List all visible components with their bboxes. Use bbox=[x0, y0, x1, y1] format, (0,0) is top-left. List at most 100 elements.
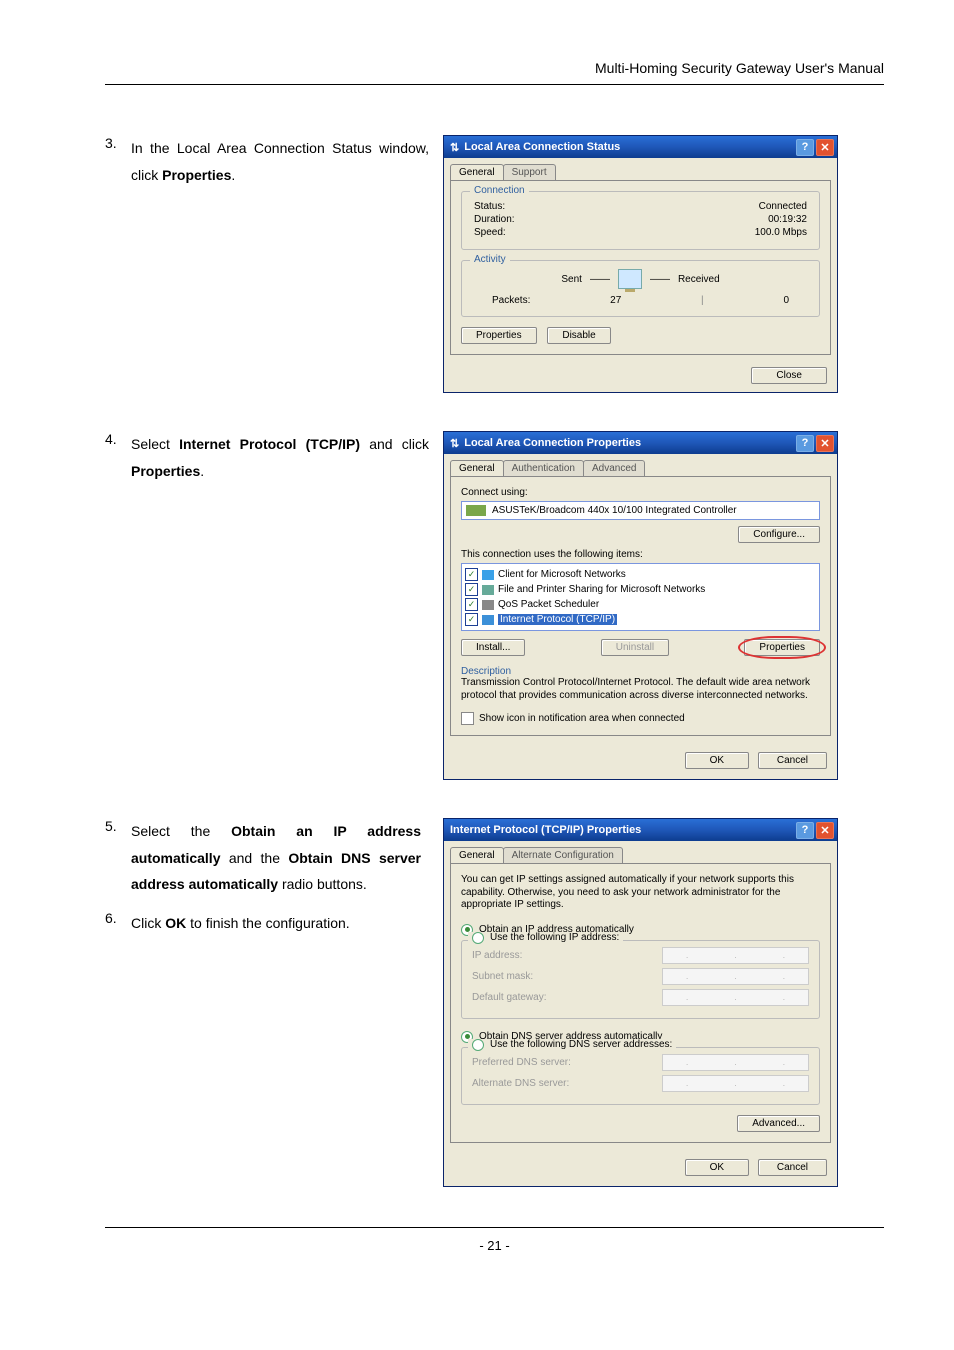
step-5-text-a: Select the bbox=[131, 823, 231, 839]
ip-label: IP address: bbox=[472, 950, 522, 961]
step-3-bold: Properties bbox=[162, 167, 231, 183]
item-file-print: File and Printer Sharing for Microsoft N… bbox=[498, 584, 705, 595]
tab-general[interactable]: General bbox=[450, 460, 504, 476]
items-list[interactable]: Client for Microsoft Networks File and P… bbox=[461, 563, 820, 631]
list-item[interactable]: Internet Protocol (TCP/IP) bbox=[465, 612, 816, 627]
ok-button[interactable]: OK bbox=[685, 752, 749, 769]
step-4-text-c: . bbox=[200, 463, 204, 479]
adns-input: ... bbox=[662, 1075, 809, 1092]
item-properties-button[interactable]: Properties bbox=[744, 639, 820, 656]
step-4-bold1: Internet Protocol (TCP/IP) bbox=[179, 436, 360, 452]
mask-input: ... bbox=[662, 968, 809, 985]
pdns-input: ... bbox=[662, 1054, 809, 1071]
connection-legend: Connection bbox=[470, 185, 529, 196]
speed-value: 100.0 Mbps bbox=[755, 227, 807, 238]
step-6-text-a: Click bbox=[131, 915, 165, 931]
step-6-text-b: to finish the configuration. bbox=[186, 915, 349, 931]
radio-use-ip[interactable] bbox=[472, 932, 484, 944]
cancel-button[interactable]: Cancel bbox=[758, 1159, 827, 1176]
tab-support[interactable]: Support bbox=[503, 164, 556, 180]
tab-general[interactable]: General bbox=[450, 847, 504, 863]
disable-button[interactable]: Disable bbox=[547, 327, 610, 344]
properties-button[interactable]: Properties bbox=[461, 327, 537, 344]
show-icon-checkbox[interactable] bbox=[461, 712, 474, 725]
radio-use-ip-label: Use the following IP address: bbox=[490, 932, 619, 943]
status-title: Local Area Connection Status bbox=[464, 141, 796, 153]
duration-value: 00:19:32 bbox=[768, 214, 807, 225]
tcp-title: Internet Protocol (TCP/IP) Properties bbox=[450, 824, 796, 836]
step-5-num: 5. bbox=[105, 818, 131, 898]
page-number: - 21 - bbox=[105, 1227, 884, 1253]
list-item[interactable]: QoS Packet Scheduler bbox=[465, 597, 816, 612]
radio-use-dns-label: Use the following DNS server addresses: bbox=[490, 1039, 672, 1050]
step-6-text: Click OK to finish the configuration. bbox=[131, 910, 421, 937]
received-label: Received bbox=[678, 274, 720, 285]
radio-use-dns[interactable] bbox=[472, 1039, 484, 1051]
gateway-label: Default gateway: bbox=[472, 992, 547, 1003]
step-5-text-b: and the bbox=[220, 850, 288, 866]
checkbox-icon[interactable] bbox=[465, 598, 478, 611]
tab-advanced[interactable]: Advanced bbox=[583, 460, 645, 476]
connect-using-label: Connect using: bbox=[461, 487, 820, 498]
tcp-icon bbox=[482, 615, 494, 625]
step-4-text-b: and click bbox=[360, 436, 429, 452]
help-button[interactable]: ? bbox=[796, 435, 814, 452]
tab-authentication[interactable]: Authentication bbox=[503, 460, 584, 476]
mask-label: Subnet mask: bbox=[472, 971, 533, 982]
gateway-input: ... bbox=[662, 989, 809, 1006]
step-6-num: 6. bbox=[105, 910, 131, 937]
item-qos: QoS Packet Scheduler bbox=[498, 599, 599, 610]
pdns-label: Preferred DNS server: bbox=[472, 1057, 571, 1068]
tcpip-dialog: Internet Protocol (TCP/IP) Properties ? … bbox=[443, 818, 838, 1187]
packets-recv: 0 bbox=[783, 295, 789, 306]
close-button[interactable]: ✕ bbox=[816, 139, 834, 156]
close-button[interactable]: ✕ bbox=[816, 822, 834, 839]
step-4-bold2: Properties bbox=[131, 463, 200, 479]
activity-icon bbox=[618, 269, 642, 289]
step-3-num: 3. bbox=[105, 135, 131, 151]
net-icon: ⇅ bbox=[450, 437, 459, 450]
packets-label: Packets: bbox=[492, 295, 530, 306]
status-dialog: ⇅ Local Area Connection Status ? ✕ Gener… bbox=[443, 135, 838, 393]
step-5-text-c: radio buttons. bbox=[278, 876, 367, 892]
props-title: Local Area Connection Properties bbox=[464, 437, 796, 449]
checkbox-icon[interactable] bbox=[465, 568, 478, 581]
speed-label: Speed: bbox=[474, 227, 506, 238]
close-dialog-button[interactable]: Close bbox=[751, 367, 827, 384]
status-label: Status: bbox=[474, 201, 505, 212]
adns-label: Alternate DNS server: bbox=[472, 1078, 569, 1089]
cancel-button[interactable]: Cancel bbox=[758, 752, 827, 769]
page-header: Multi-Homing Security Gateway User's Man… bbox=[105, 60, 884, 85]
checkbox-icon[interactable] bbox=[465, 583, 478, 596]
close-button[interactable]: ✕ bbox=[816, 435, 834, 452]
step-4-num: 4. bbox=[105, 431, 131, 447]
scheduler-icon bbox=[482, 600, 494, 610]
packets-sent: 27 bbox=[610, 295, 621, 306]
help-button[interactable]: ? bbox=[796, 139, 814, 156]
install-button[interactable]: Install... bbox=[461, 639, 525, 656]
list-item[interactable]: File and Printer Sharing for Microsoft N… bbox=[465, 582, 816, 597]
ip-input: ... bbox=[662, 947, 809, 964]
step-4-text-a: Select bbox=[131, 436, 179, 452]
description-text: Transmission Control Protocol/Internet P… bbox=[461, 677, 820, 702]
step-6-bold: OK bbox=[165, 915, 186, 931]
ok-button[interactable]: OK bbox=[685, 1159, 749, 1176]
step-3-text-b: . bbox=[231, 167, 235, 183]
tab-alternate[interactable]: Alternate Configuration bbox=[503, 847, 623, 863]
activity-legend: Activity bbox=[470, 254, 510, 265]
list-item[interactable]: Client for Microsoft Networks bbox=[465, 567, 816, 582]
item-client: Client for Microsoft Networks bbox=[498, 569, 626, 580]
printer-icon bbox=[482, 585, 494, 595]
tab-general[interactable]: General bbox=[450, 164, 504, 180]
adapter-name: ASUSTeK/Broadcom 440x 10/100 Integrated … bbox=[492, 505, 737, 516]
help-button[interactable]: ? bbox=[796, 822, 814, 839]
status-value: Connected bbox=[759, 201, 807, 212]
advanced-button[interactable]: Advanced... bbox=[737, 1115, 820, 1132]
properties-dialog: ⇅ Local Area Connection Properties ? ✕ G… bbox=[443, 431, 838, 780]
net-icon: ⇅ bbox=[450, 141, 459, 154]
step-3-text: In the Local Area Connection Status wind… bbox=[131, 135, 429, 188]
nic-icon bbox=[466, 505, 486, 516]
checkbox-icon[interactable] bbox=[465, 613, 478, 626]
description-title: Description bbox=[461, 666, 820, 677]
configure-button[interactable]: Configure... bbox=[738, 526, 820, 543]
